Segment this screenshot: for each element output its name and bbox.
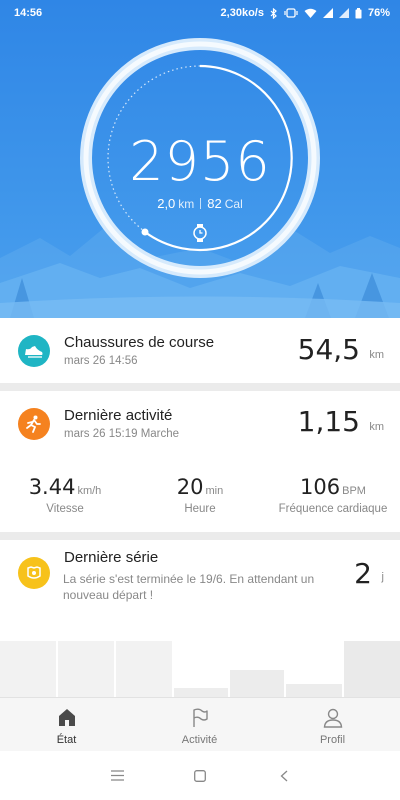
back-icon[interactable] [280,770,288,782]
home-icon [58,709,75,726]
duration-metric: 20 min Heure [150,475,250,515]
duration-value: 20 [176,475,204,499]
status-icons: 2,30ko/s 76% [221,7,390,19]
week-bar [174,688,228,697]
speed-metric: 3.44 km/h Vitesse [15,475,115,515]
nav-tab-label: Activité [181,734,218,746]
streak-card[interactable]: Dernière série La série s'est terminée l… [0,540,400,609]
streak-days: 2 [354,557,372,590]
week-bar [116,641,172,697]
nav-tab-activite[interactable]: Activité [133,698,266,752]
nav-tab-label: État [56,734,77,746]
weekly-bars [0,605,400,697]
nav-tab-etat[interactable]: État [0,698,133,752]
activity-unit: km [369,421,384,433]
calories-value: 82 [207,196,222,211]
hero-panel: 14:56 2,30ko/s 76% 2956 2,0 km 82 Cal [0,0,400,318]
week-bar [286,684,342,697]
battery-level: 76% [367,7,390,19]
shoes-distance: 54,5 [297,333,360,366]
streak-unit: j [381,571,384,583]
wifi-icon [304,8,317,18]
heart-rate-unit: BPM [342,485,366,497]
activity-distance: 1,15 [297,405,360,438]
shoes-subtitle: mars 26 14:56 [64,355,138,367]
shoes-unit: km [369,349,384,361]
network-speed: 2,30ko/s [220,7,264,19]
battery-icon [355,7,362,18]
speed-value: 3.44 [28,475,76,499]
bottom-nav: État Activité Profil [0,697,400,751]
steps-count: 2956 [129,130,271,193]
activity-subtitle: mars 26 15:19 Marche [64,428,180,440]
signal-icon [322,8,333,18]
flag-icon [192,708,208,727]
nav-tab-profil[interactable]: Profil [266,698,399,752]
activity-title: Dernière activité [64,407,173,424]
distance-value: 2,0 [157,196,176,211]
bluetooth-icon [270,7,277,19]
profile-icon [323,708,342,728]
speed-unit: km/h [77,485,102,497]
calories-unit: Cal [224,197,243,211]
status-time: 14:56 [14,7,43,19]
distance-unit: km [178,197,195,211]
week-bar [0,641,56,697]
running-icon [18,408,50,440]
status-bar: 14:56 2,30ko/s 76% [0,0,400,26]
duration-label: Heure [184,503,216,515]
activity-metrics: 3.44 km/h Vitesse 20 min Heure 106 BPM Fréq… [0,475,400,525]
week-bar [230,670,284,697]
shoe-icon [18,335,50,367]
streak-title: Dernière série [64,549,159,566]
home-square-icon[interactable] [194,770,206,782]
watch-icon [193,224,207,242]
duration-unit: min [205,485,224,497]
vibrate-icon [284,8,298,18]
activity-card[interactable]: Dernière activité mars 26 15:19 Marche 1… [0,391,400,532]
hero-substats: 2,0 km 82 Cal [78,196,322,211]
heart-rate-value: 106 [300,475,341,499]
nav-tab-label: Profil [319,734,346,746]
system-nav-bar [0,751,400,800]
week-bar [344,641,400,697]
shoes-card[interactable]: Chaussures de course mars 26 14:56 54,5 … [0,318,400,383]
speed-label: Vitesse [46,503,84,515]
streak-description: La série s'est terminée le 19/6. En atte… [63,572,315,602]
menu-icon[interactable] [111,770,124,781]
shoes-title: Chaussures de course [64,334,215,351]
heart-rate-metric: 106 BPM Fréquence cardiaque [270,475,396,515]
steps-ring[interactable]: 2956 2,0 km 82 Cal [78,36,322,280]
heart-rate-label: Fréquence cardiaque [278,503,388,515]
signal-icon [338,8,349,18]
badge-icon [18,557,50,589]
week-bar [58,641,114,697]
substats-divider [200,198,202,209]
